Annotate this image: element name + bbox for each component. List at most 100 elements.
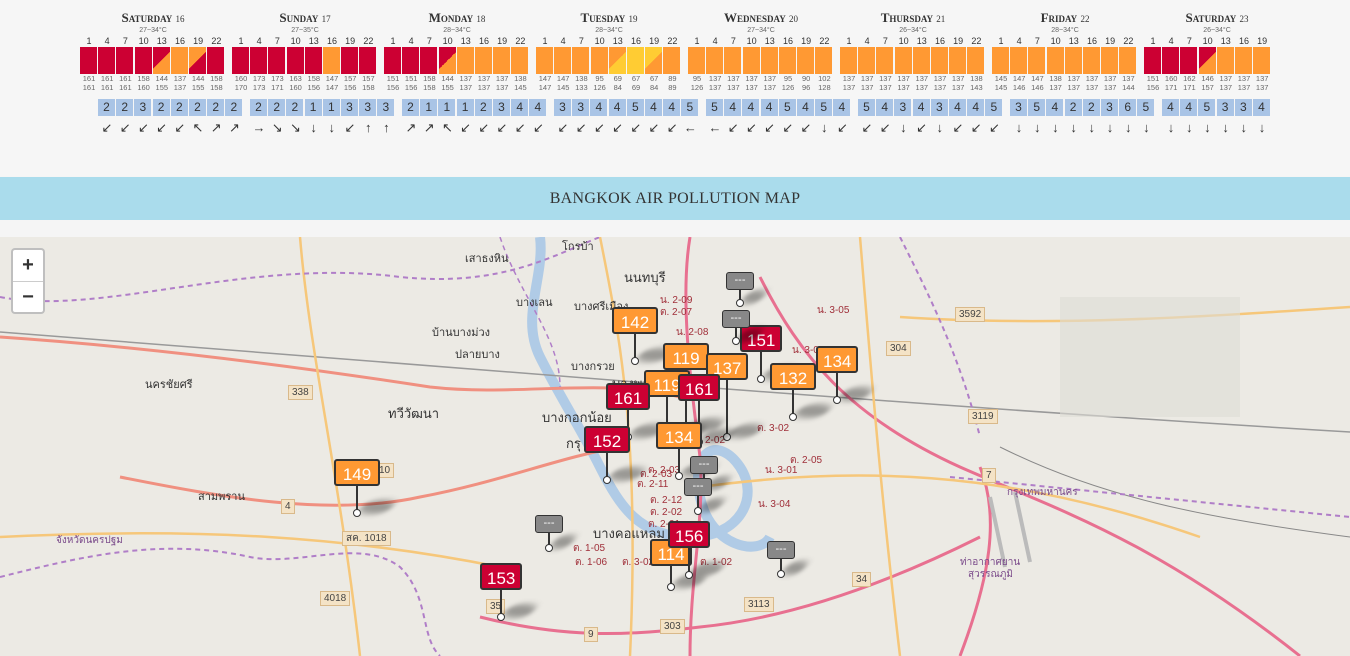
aqi-value: 158 bbox=[210, 83, 223, 92]
marker-value[interactable]: 142 bbox=[612, 307, 658, 334]
aqi-cell bbox=[189, 47, 207, 74]
marker-value[interactable]: 132 bbox=[770, 363, 816, 390]
aqi-cell bbox=[286, 47, 304, 74]
aqi-value: 137 bbox=[897, 83, 910, 92]
day-temperature: 27~35°C bbox=[291, 27, 319, 34]
zoom-out-button[interactable]: − bbox=[13, 282, 43, 313]
map-place-label: น. 3-04 bbox=[758, 499, 791, 510]
wind-speed: 4 bbox=[949, 99, 966, 116]
wind-speed-row: 22211333 bbox=[232, 99, 395, 116]
forecast-day: Friday 22 28~34°C 1 4 7 10 13 16 19 22 145 147 147 13… bbox=[992, 10, 1155, 135]
aqi-value: 138 bbox=[575, 74, 588, 83]
marker-value[interactable]: --- bbox=[535, 515, 563, 533]
wind-speed: 2 bbox=[268, 99, 286, 116]
wind-direction-arrow-icon: ↗ bbox=[423, 120, 435, 135]
aqi-values-row: 145 146 146 137 137 137 137 144 bbox=[992, 83, 1138, 92]
forecast-day: Monday 18 28~34°C 1 4 7 10 13 16 19 22 151 151 158 14… bbox=[384, 10, 547, 135]
hour-label: 4 bbox=[256, 36, 262, 46]
aqi-cells bbox=[992, 47, 1138, 74]
day-number: 23 bbox=[1239, 14, 1249, 24]
wind-direction-arrow-icon: ↙ bbox=[879, 120, 891, 135]
hour-label: 22 bbox=[363, 36, 374, 46]
aqi-value: 137 bbox=[1067, 83, 1081, 92]
aqi-cell bbox=[949, 47, 967, 74]
hour-label: 16 bbox=[1238, 36, 1249, 46]
marker-value[interactable]: 153 bbox=[480, 563, 522, 590]
wind-speed: 2 bbox=[170, 99, 188, 116]
aqi-cell bbox=[1064, 47, 1082, 74]
marker-value[interactable]: --- bbox=[722, 310, 750, 328]
aqi-value: 157 bbox=[1201, 83, 1214, 92]
aqi-value: 147 bbox=[538, 83, 552, 92]
wind-direction-arrow-icon: ↓ bbox=[328, 120, 336, 135]
wind-speed: 3 bbox=[930, 99, 948, 116]
marker-value[interactable]: 161 bbox=[606, 383, 650, 410]
aqi-value: 69 bbox=[631, 83, 641, 92]
marker-value[interactable]: --- bbox=[690, 456, 718, 474]
wind-speed: 2 bbox=[286, 99, 304, 116]
map-place-label: กรุ bbox=[566, 436, 581, 451]
marker-foot bbox=[667, 583, 675, 591]
aqi-value: 137 bbox=[879, 74, 892, 83]
aqi-cell bbox=[645, 47, 663, 74]
aqi-value: 137 bbox=[763, 74, 777, 83]
air-pollution-map[interactable]: + − โกรบ้า เสาธงหิน นนทบุรี บางเลน บางศรีเมื… bbox=[0, 237, 1350, 656]
aqi-cell bbox=[608, 47, 626, 74]
road-number-label: 4018 bbox=[320, 591, 351, 606]
day-number: 21 bbox=[936, 14, 946, 24]
wind-direction-arrow-icon: ↙ bbox=[916, 120, 928, 135]
road-number-label: 35 bbox=[486, 599, 506, 614]
hour-label: 22 bbox=[667, 36, 678, 46]
wind-direction-arrow-icon: ↙ bbox=[593, 120, 605, 135]
aqi-cell bbox=[992, 47, 1009, 74]
aqi-cell bbox=[797, 47, 815, 74]
marker-value[interactable]: 152 bbox=[584, 426, 630, 453]
aqi-cell bbox=[323, 47, 340, 74]
day-temperature: 28~34°C bbox=[595, 27, 623, 34]
marker-value[interactable]: 149 bbox=[334, 459, 380, 486]
aqi-value: 146 bbox=[1201, 74, 1214, 83]
aqi-value: 161 bbox=[100, 74, 114, 83]
aqi-value: 156 bbox=[307, 83, 321, 92]
marker-value[interactable]: 161 bbox=[678, 374, 720, 401]
aqi-value: 156 bbox=[1146, 83, 1160, 92]
aqi-value: 145 bbox=[514, 83, 527, 92]
map-place-label: น. 3-01 bbox=[765, 465, 798, 476]
wind-direction-row: ↗ ↗ ↖ ↙ ↙ ↙ ↙ ↙ bbox=[384, 120, 544, 135]
marker-value[interactable]: 156 bbox=[668, 521, 710, 548]
marker-value[interactable]: 134 bbox=[656, 422, 702, 449]
aqi-value: 69 bbox=[613, 74, 622, 83]
aqi-value: 145 bbox=[556, 83, 570, 92]
marker-value[interactable]: --- bbox=[684, 478, 712, 496]
aqi-value: 144 bbox=[155, 74, 169, 83]
aqi-value: 137 bbox=[897, 74, 910, 83]
aqi-value: 95 bbox=[783, 74, 793, 83]
aqi-value: 137 bbox=[1219, 74, 1233, 83]
map-place-label: บางเลน bbox=[516, 297, 553, 309]
wind-speed-row: 35422365 bbox=[992, 99, 1155, 116]
marker-value[interactable]: --- bbox=[767, 541, 795, 559]
wind-direction-arrow-icon: ↓ bbox=[1124, 120, 1132, 135]
wind-direction-arrow-icon: ↙ bbox=[630, 120, 642, 135]
zoom-in-button[interactable]: + bbox=[13, 250, 43, 282]
aqi-value: 170 bbox=[234, 83, 248, 92]
aqi-cell bbox=[627, 47, 644, 74]
hour-label: 7 bbox=[1034, 36, 1040, 46]
aqi-value: 156 bbox=[404, 83, 418, 92]
wind-direction-arrow-icon: ↓ bbox=[820, 120, 828, 135]
wind-speed: 4 bbox=[797, 99, 814, 116]
marker-value[interactable]: --- bbox=[726, 272, 754, 290]
hour-label: 4 bbox=[104, 36, 110, 46]
aqi-value: 137 bbox=[1237, 74, 1251, 83]
hour-label: 7 bbox=[426, 36, 432, 46]
wind-direction-arrow-icon: ↑ bbox=[364, 120, 372, 135]
marker-value[interactable]: 134 bbox=[816, 346, 858, 373]
day-name-text: Thursday bbox=[880, 10, 934, 25]
wind-speed: 4 bbox=[1253, 99, 1270, 116]
marker-value[interactable]: 119 bbox=[663, 343, 709, 370]
wind-speed: 4 bbox=[645, 99, 662, 116]
aqi-value: 137 bbox=[1255, 74, 1269, 83]
hour-label: 16 bbox=[782, 36, 793, 46]
aqi-cell bbox=[207, 47, 225, 74]
wind-speed: 2 bbox=[474, 99, 492, 116]
